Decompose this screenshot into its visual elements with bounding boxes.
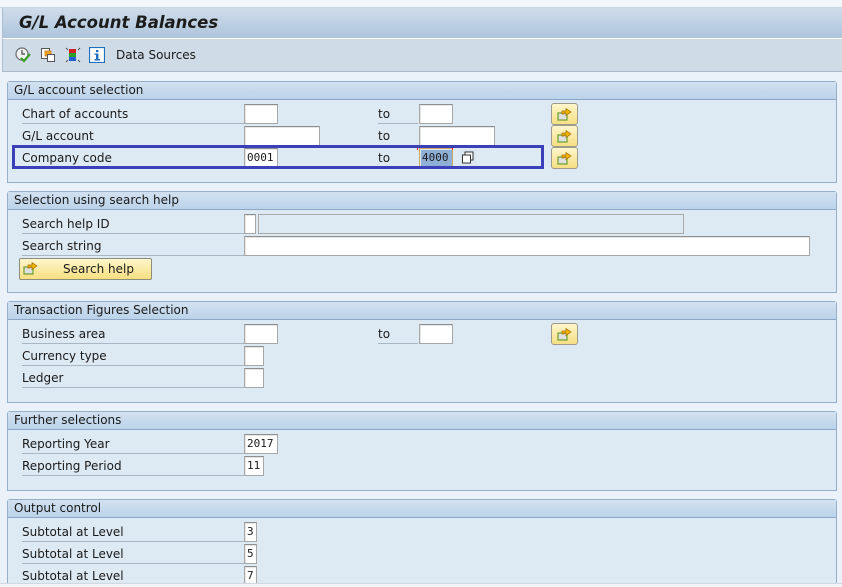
field-label: Chart of accounts bbox=[22, 105, 244, 124]
row-currency-type: Currency type bbox=[8, 345, 836, 367]
cursor-marker bbox=[452, 147, 453, 150]
dynamic-selections-icon[interactable] bbox=[65, 47, 81, 63]
business-area-to-input[interactable] bbox=[419, 324, 453, 344]
search-help-id-input[interactable] bbox=[244, 214, 256, 234]
company-code-to-input[interactable]: 4000 bbox=[419, 148, 453, 168]
chart-of-accounts-to-input[interactable] bbox=[419, 104, 453, 124]
search-help-button-label: Search help bbox=[63, 262, 134, 276]
copy-icon[interactable] bbox=[460, 150, 476, 166]
group-transaction-figures: Transaction Figures Selection Business a… bbox=[7, 301, 837, 403]
company-code-from-input[interactable]: 0001 bbox=[244, 148, 278, 168]
selected-text: 4000 bbox=[422, 151, 449, 164]
field-label: Business area bbox=[22, 325, 244, 344]
window-top-strip bbox=[0, 0, 842, 8]
field-label: Currency type bbox=[22, 347, 244, 366]
field-label: Ledger bbox=[22, 369, 244, 388]
cursor-marker bbox=[452, 166, 453, 169]
field-label: Reporting Period bbox=[22, 457, 244, 476]
row-subtotal-level-1: Subtotal at Level 3 bbox=[8, 521, 836, 543]
field-label: Search help ID bbox=[22, 215, 244, 234]
group-title: Selection using search help bbox=[8, 192, 836, 210]
row-subtotal-level-2: Subtotal at Level 5 bbox=[8, 543, 836, 565]
field-label: Reporting Year bbox=[22, 435, 244, 454]
cursor-marker bbox=[417, 166, 418, 169]
to-label: to bbox=[378, 325, 418, 344]
info-icon[interactable] bbox=[88, 46, 106, 64]
ledger-input[interactable] bbox=[244, 368, 264, 388]
group-title: Output control bbox=[8, 500, 836, 518]
field-label: Search string bbox=[22, 237, 244, 256]
group-gl-account-selection: G/L account selection Chart of accounts … bbox=[7, 81, 837, 183]
data-sources-button[interactable]: Data Sources bbox=[116, 48, 196, 62]
group-title: G/L account selection bbox=[8, 82, 836, 100]
row-ledger: Ledger bbox=[8, 367, 836, 389]
reporting-year-input[interactable]: 2017 bbox=[244, 434, 278, 454]
multiple-selection-button[interactable] bbox=[551, 147, 578, 169]
get-variant-icon[interactable] bbox=[40, 47, 56, 63]
group-output-control: Output control Subtotal at Level 3 Subto… bbox=[7, 499, 837, 587]
window-bottom-edge bbox=[0, 583, 842, 587]
to-label: to bbox=[378, 151, 391, 165]
field-label: G/L account bbox=[22, 127, 244, 146]
row-gl-account: G/L account to bbox=[8, 125, 836, 147]
row-reporting-period: Reporting Period 11 bbox=[8, 455, 836, 477]
to-label: to bbox=[378, 105, 418, 124]
search-help-description bbox=[258, 214, 684, 234]
gl-account-from-input[interactable] bbox=[244, 126, 320, 146]
subtotal-level-input[interactable]: 3 bbox=[244, 522, 257, 542]
to-label: to bbox=[378, 127, 418, 146]
subtotal-level-input[interactable]: 5 bbox=[244, 544, 257, 564]
execute-icon[interactable] bbox=[15, 47, 31, 63]
search-help-button[interactable]: Search help bbox=[19, 258, 152, 280]
business-area-from-input[interactable] bbox=[244, 324, 278, 344]
row-search-string: Search string bbox=[8, 235, 836, 257]
row-reporting-year: Reporting Year 2017 bbox=[8, 433, 836, 455]
currency-type-input[interactable] bbox=[244, 346, 264, 366]
multiple-selection-button[interactable] bbox=[551, 125, 578, 147]
multiple-selection-button[interactable] bbox=[551, 323, 578, 345]
group-title: Transaction Figures Selection bbox=[8, 302, 836, 320]
cursor-marker bbox=[417, 147, 418, 150]
group-search-help: Selection using search help Search help … bbox=[7, 191, 837, 293]
row-search-help-button: Search help bbox=[8, 257, 836, 280]
search-string-input[interactable] bbox=[244, 236, 810, 256]
field-label: Subtotal at Level bbox=[22, 523, 244, 542]
field-label: Subtotal at Level bbox=[22, 545, 244, 564]
title-bar: G/L Account Balances bbox=[2, 8, 842, 39]
row-search-help-id: Search help ID bbox=[8, 213, 836, 235]
group-further-selections: Further selections Reporting Year 2017 R… bbox=[7, 411, 837, 491]
page-title: G/L Account Balances bbox=[19, 13, 219, 32]
row-company-code: Company code 0001 to 4000 bbox=[8, 147, 836, 169]
row-chart-of-accounts: Chart of accounts to bbox=[8, 103, 836, 125]
field-label: Company code bbox=[22, 151, 112, 165]
chart-of-accounts-from-input[interactable] bbox=[244, 104, 278, 124]
application-toolbar: Data Sources bbox=[2, 39, 842, 72]
row-business-area: Business area to bbox=[8, 323, 836, 345]
gl-account-to-input[interactable] bbox=[419, 126, 495, 146]
group-title: Further selections bbox=[8, 412, 836, 430]
reporting-period-input[interactable]: 11 bbox=[244, 456, 264, 476]
multiple-selection-button[interactable] bbox=[551, 103, 578, 125]
